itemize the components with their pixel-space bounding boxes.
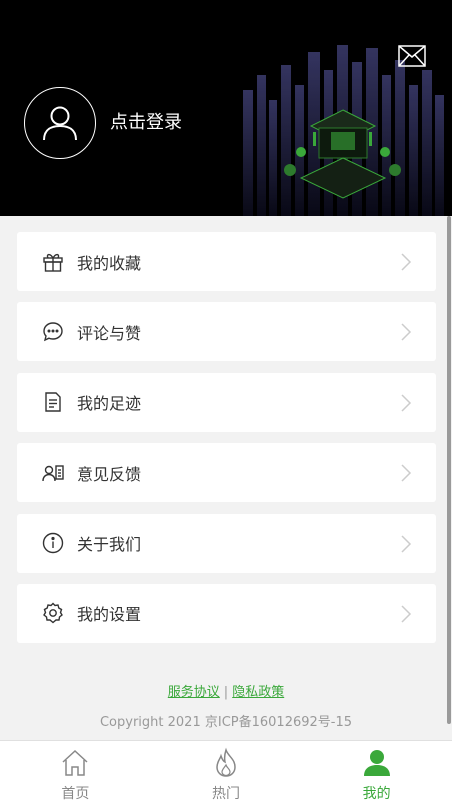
tab-hot[interactable]: 热门 [151, 741, 302, 804]
user-outline-icon [43, 106, 77, 141]
document-icon [42, 391, 64, 413]
tab-label: 首页 [61, 786, 90, 802]
tab-label: 我的 [362, 786, 391, 802]
menu-item-label: 评论与赞 [77, 323, 142, 343]
menu-item-label: 我的收藏 [77, 253, 142, 273]
menu-item-favorites[interactable]: 我的收藏 [17, 232, 436, 291]
chevron-right-icon [401, 253, 412, 271]
chevron-right-icon [401, 394, 412, 412]
chevron-right-icon [401, 535, 412, 553]
menu-item-label: 我的足迹 [77, 394, 142, 414]
profile-header: 点击登录 [0, 0, 452, 216]
menu-item-comments[interactable]: 评论与赞 [17, 302, 436, 362]
tab-mine[interactable]: 我的 [301, 741, 452, 804]
menu-item-label: 关于我们 [77, 535, 142, 555]
link-separator: | [223, 685, 229, 700]
login-link[interactable]: 点击登录 [110, 111, 182, 135]
settings-icon [42, 602, 64, 624]
mail-icon[interactable] [398, 45, 426, 67]
home-icon [62, 749, 88, 776]
comment-icon [42, 321, 64, 343]
info-icon [42, 532, 64, 554]
privacy-policy-link[interactable]: 隐私政策 [232, 685, 284, 700]
chevron-right-icon [401, 464, 412, 482]
bottom-tab-bar: 首页 热门 我的 [0, 740, 452, 804]
gift-icon [42, 251, 64, 273]
menu-item-label: 我的设置 [77, 605, 142, 625]
menu-item-feedback[interactable]: 意见反馈 [17, 443, 436, 503]
tab-label: 热门 [212, 786, 240, 802]
profile-menu: 我的收藏 评论与赞 我的足迹 意见反馈 关于我们 我的设置 [17, 232, 436, 654]
feedback-icon [42, 462, 64, 484]
avatar[interactable] [24, 87, 96, 159]
flame-icon [216, 747, 236, 777]
tab-home[interactable]: 首页 [0, 741, 151, 804]
menu-item-history[interactable]: 我的足迹 [17, 372, 436, 432]
legal-links: 服务协议 | 隐私政策 [0, 681, 452, 700]
menu-item-label: 意见反馈 [77, 464, 142, 484]
copyright-text: Copyright 2021 京ICP备16012692号-15 [99, 715, 353, 730]
chevron-right-icon [401, 605, 412, 623]
scrollbar[interactable] [447, 216, 451, 724]
menu-item-settings[interactable]: 我的设置 [17, 583, 436, 643]
user-icon [363, 750, 390, 776]
chevron-right-icon [401, 323, 412, 341]
service-agreement-link[interactable]: 服务协议 [168, 685, 220, 700]
menu-item-about[interactable]: 关于我们 [17, 513, 436, 573]
